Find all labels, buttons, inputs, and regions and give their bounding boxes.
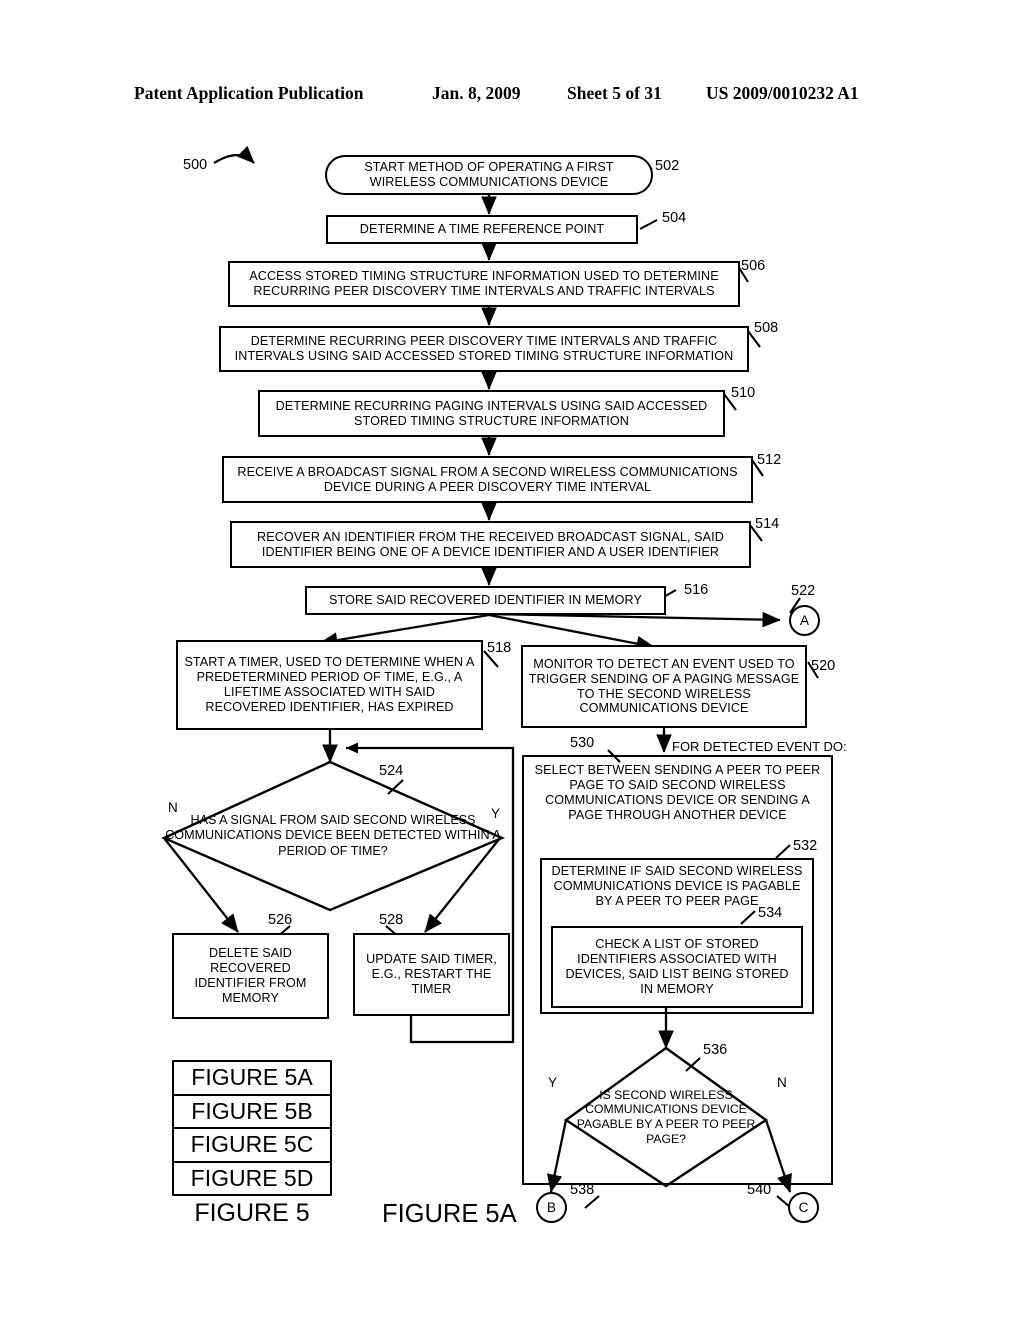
ref-504: 504: [662, 210, 687, 226]
node-506-text: ACCESS STORED TIMING STRUCTURE INFORMATI…: [249, 269, 719, 298]
legend-row-5b: FIGURE 5B: [174, 1096, 330, 1129]
node-520: MONITOR TO DETECT AN EVENT USED TO TRIGG…: [521, 645, 807, 728]
ref-534: 534: [758, 905, 783, 921]
node-524-branch-n: N: [168, 800, 178, 815]
node-516-text: STORE SAID RECOVERED IDENTIFIER IN MEMOR…: [329, 593, 642, 607]
node-510: DETERMINE RECURRING PAGING INTERVALS USI…: [258, 390, 725, 437]
node-532-text: DETERMINE IF SAID SECOND WIRELESS COMMUN…: [551, 864, 803, 908]
node-512-text: RECEIVE A BROADCAST SIGNAL FROM A SECOND…: [237, 464, 738, 494]
node-508: DETERMINE RECURRING PEER DISCOVERY TIME …: [219, 326, 749, 372]
figure-sheet-legend: FIGURE 5A FIGURE 5B FIGURE 5C FIGURE 5D: [172, 1060, 332, 1196]
ref-514: 514: [755, 516, 780, 532]
node-540-connector-c: C: [788, 1192, 819, 1223]
node-536: IS SECOND WIRELESS COMMUNICATIONS DEVICE…: [566, 1048, 766, 1186]
figure-5a-caption: FIGURE 5A: [382, 1200, 517, 1228]
node-524-text: HAS A SIGNAL FROM SAID SECOND WIRELESS C…: [165, 813, 501, 858]
node-514: RECOVER AN IDENTIFIER FROM THE RECEIVED …: [230, 521, 751, 568]
node-504-text: DETERMINE A TIME REFERENCE POINT: [359, 222, 605, 236]
node-534: CHECK A LIST OF STORED IDENTIFIERS ASSOC…: [551, 926, 803, 1008]
ref-518: 518: [487, 640, 512, 656]
ref-500: 500: [183, 157, 208, 173]
ref-540: 540: [747, 1182, 772, 1198]
ref-538: 538: [570, 1182, 595, 1198]
node-526-text: DELETE SAID RECOVERED IDENTIFIER FROM ME…: [194, 946, 307, 1005]
node-538-text: B: [546, 1200, 556, 1215]
node-502: START METHOD OF OPERATING A FIRST WIRELE…: [325, 155, 653, 195]
node-528: UPDATE SAID TIMER, E.G., RESTART THE TIM…: [353, 933, 510, 1016]
node-514-text: RECOVER AN IDENTIFIER FROM THE RECEIVED …: [257, 529, 724, 559]
legend-row-5d: FIGURE 5D: [190, 1164, 314, 1191]
node-524-branch-y: Y: [491, 806, 501, 821]
ref-502: 502: [655, 158, 680, 174]
ref-528: 528: [379, 912, 404, 928]
node-512: RECEIVE A BROADCAST SIGNAL FROM A SECOND…: [222, 456, 753, 503]
node-504: DETERMINE A TIME REFERENCE POINT: [326, 215, 638, 244]
ref-510: 510: [731, 385, 756, 401]
node-508-text: DETERMINE RECURRING PEER DISCOVERY TIME …: [234, 334, 734, 363]
legend-row-5a: FIGURE 5A: [174, 1062, 330, 1096]
node-526: DELETE SAID RECOVERED IDENTIFIER FROM ME…: [172, 933, 329, 1019]
ref-530: 530: [570, 735, 595, 751]
ref-520: 520: [811, 658, 836, 674]
node-534-text: CHECK A LIST OF STORED IDENTIFIERS ASSOC…: [565, 937, 789, 996]
node-520-text: MONITOR TO DETECT AN EVENT USED TO TRIGG…: [528, 656, 800, 716]
figure-5-caption: FIGURE 5: [194, 1199, 310, 1227]
node-538-connector-b: B: [536, 1192, 567, 1223]
node-524: HAS A SIGNAL FROM SAID SECOND WIRELESS C…: [164, 762, 502, 910]
for-detected-event-label: FOR DETECTED EVENT DO:: [672, 739, 847, 754]
ref-524: 524: [379, 763, 404, 779]
node-502-text: START METHOD OF OPERATING A FIRST WIRELE…: [364, 160, 614, 189]
legend-row-5c: FIGURE 5C: [174, 1129, 330, 1163]
ref-512: 512: [757, 452, 782, 468]
node-540-text: C: [798, 1200, 809, 1215]
ref-526: 526: [268, 912, 293, 928]
ref-508: 508: [754, 320, 779, 336]
node-536-branch-y: Y: [548, 1075, 558, 1090]
flow-connectors: [161, 145, 819, 1209]
ref-536: 536: [703, 1042, 728, 1058]
node-522-text: A: [799, 613, 809, 628]
node-522-connector-a: A: [789, 605, 820, 636]
ref-522: 522: [791, 583, 816, 599]
node-536-branch-n: N: [777, 1075, 787, 1090]
node-510-text: DETERMINE RECURRING PAGING INTERVALS USI…: [275, 398, 708, 428]
node-536-text: IS SECOND WIRELESS COMMUNICATIONS DEVICE…: [576, 1087, 756, 1146]
ref-506: 506: [741, 258, 766, 274]
ref-516: 516: [684, 582, 709, 598]
ref-532: 532: [793, 838, 818, 854]
node-506: ACCESS STORED TIMING STRUCTURE INFORMATI…: [228, 261, 740, 307]
node-516: STORE SAID RECOVERED IDENTIFIER IN MEMOR…: [305, 586, 666, 615]
node-530-text: SELECT BETWEEN SENDING A PEER TO PEER PA…: [534, 763, 821, 822]
node-528-text: UPDATE SAID TIMER, E.G., RESTART THE TIM…: [366, 952, 497, 996]
patent-figure-sheet: Patent Application Publication Jan. 8, 2…: [0, 0, 1024, 1320]
node-518-text: START A TIMER, USED TO DETERMINE WHEN A …: [184, 655, 475, 714]
node-518: START A TIMER, USED TO DETERMINE WHEN A …: [176, 640, 483, 730]
